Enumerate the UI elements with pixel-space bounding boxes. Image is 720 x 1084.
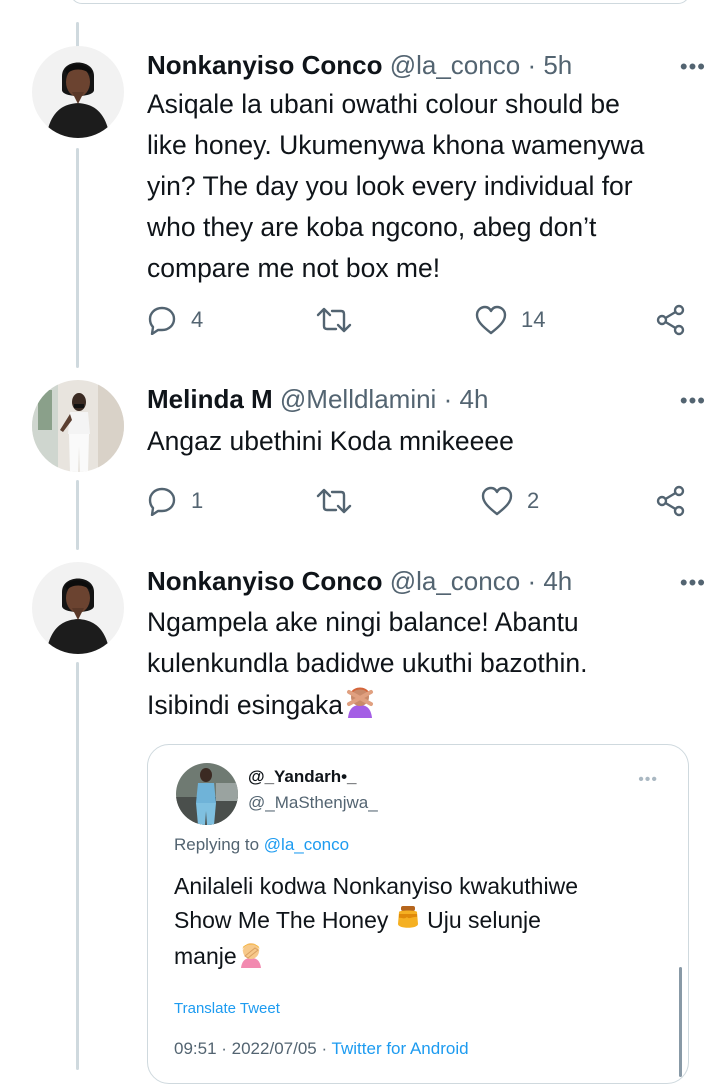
tweet-line-with-emoji: Isibindi esingaka xyxy=(147,684,692,730)
more-options-icon[interactable]: ••• xyxy=(680,565,706,601)
reply-icon xyxy=(148,487,176,516)
quoted-timestamp: 09:51 · 2022/07/05 · xyxy=(174,1039,332,1058)
action-bar: 4 14 xyxy=(147,300,692,340)
avatar[interactable] xyxy=(32,562,124,654)
tweet-header: Nonkanyiso Conco @la_conco · 5h xyxy=(147,47,700,83)
like-count: 14 xyxy=(521,307,546,332)
quoted-more-options-icon[interactable]: ••• xyxy=(638,771,658,789)
tweet-source-link[interactable]: Twitter for Android xyxy=(332,1039,469,1058)
quoted-line-with-emoji: Show Me The Honey Uju selunje xyxy=(174,903,664,939)
quoted-line: Anilaleli kodwa Nonkanyiso kwakuthiwe xyxy=(174,873,578,899)
author-handle[interactable]: @la_conco xyxy=(390,50,520,80)
tweet-line: Asiqale la ubani owathi colour should be xyxy=(147,89,620,119)
thread-line-3 xyxy=(76,662,79,1070)
heart-icon xyxy=(475,305,507,335)
share-button[interactable] xyxy=(655,481,687,521)
author-handle[interactable]: @Melldlamini xyxy=(280,384,436,414)
translate-tweet-link[interactable]: Translate Tweet xyxy=(174,1000,280,1017)
quoted-line-with-emoji: manje xyxy=(174,939,664,976)
tweet-header: Nonkanyiso Conco @la_conco · 4h xyxy=(147,563,700,599)
share-icon xyxy=(656,304,685,336)
heart-icon xyxy=(481,486,513,516)
like-button[interactable]: 2 xyxy=(481,481,539,521)
replying-to-link[interactable]: @la_conco xyxy=(264,835,349,854)
tweet-line: Angaz ubethini Koda mnikeeee xyxy=(147,426,514,456)
tweet-line: compare me not box me! xyxy=(147,253,441,283)
retweet-icon xyxy=(316,488,352,514)
quoted-tweet-text: Anilaleli kodwa Nonkanyiso kwakuthiwe Sh… xyxy=(174,869,664,977)
retweet-icon xyxy=(316,307,352,333)
reply-count: 4 xyxy=(191,307,204,332)
tweet-text: Asiqale la ubani owathi colour should be… xyxy=(147,84,692,289)
author-name[interactable]: Melinda M xyxy=(147,384,273,414)
like-count: 2 xyxy=(527,488,540,513)
quoted-avatar[interactable] xyxy=(176,763,238,825)
previous-card-edge xyxy=(70,0,690,4)
quoted-author-name[interactable]: @_Yandarh•_ xyxy=(248,767,357,787)
reply-count: 1 xyxy=(191,488,204,513)
retweet-button[interactable] xyxy=(315,481,353,521)
timestamp[interactable]: 4h xyxy=(459,384,488,414)
person-gesturing-no-icon xyxy=(343,684,377,730)
reply-icon xyxy=(148,306,176,335)
quoted-line: manje xyxy=(174,943,237,970)
quoted-line: Show Me The Honey xyxy=(174,907,389,933)
author-name[interactable]: Nonkanyiso Conco xyxy=(147,566,382,596)
more-options-icon[interactable]: ••• xyxy=(680,383,706,419)
like-button[interactable]: 14 xyxy=(475,300,545,340)
tweet-line: kulenkundla badidwe ukuthi bazothin. xyxy=(147,648,588,678)
share-button[interactable] xyxy=(655,300,687,340)
timestamp[interactable]: 4h xyxy=(543,566,572,596)
avatar[interactable] xyxy=(32,46,124,138)
share-icon xyxy=(656,485,685,517)
separator: · xyxy=(527,50,537,80)
author-name[interactable]: Nonkanyiso Conco xyxy=(147,50,382,80)
quoted-author-handle[interactable]: @_MaSthenjwa_ xyxy=(248,793,378,813)
tweet-text: Ngampela ake ningi balance! Abantu kulen… xyxy=(147,602,692,730)
tweet-text: Angaz ubethini Koda mnikeeee xyxy=(147,421,692,462)
tweet-line: Ngampela ake ningi balance! Abantu xyxy=(147,607,579,637)
reply-button[interactable]: 4 xyxy=(147,300,203,340)
tweet-header: Melinda M @Melldlamini · 4h xyxy=(147,381,700,417)
avatar-image xyxy=(32,46,124,138)
quoted-tweet[interactable]: @_Yandarh•_ @_MaSthenjwa_ ••• Replying t… xyxy=(147,744,689,1084)
separator: · xyxy=(443,384,453,414)
tweet-line: who they are koba ngcono, abeg don’t xyxy=(147,212,597,242)
tweet-line: Isibindi esingaka xyxy=(147,690,343,720)
retweet-button[interactable] xyxy=(315,300,353,340)
action-bar: 1 2 xyxy=(147,481,692,521)
quoted-meta: 09:51 · 2022/07/05 · Twitter for Android xyxy=(174,1039,469,1059)
replying-to-label: Replying to xyxy=(174,835,264,854)
avatar[interactable] xyxy=(32,380,124,472)
tweet-line: like honey. Ukumenywa khona wamenywa xyxy=(147,130,645,160)
thread-line-2 xyxy=(76,480,79,550)
avatar-image xyxy=(32,562,124,654)
honey-pot-icon xyxy=(395,904,421,939)
quoted-avatar-image xyxy=(176,763,238,825)
thread-line-1 xyxy=(76,148,79,368)
separator: · xyxy=(527,566,537,596)
replying-to: Replying to @la_conco xyxy=(174,835,349,855)
quoted-line: Uju selunje xyxy=(427,907,541,933)
tweet-line: yin? The day you look every individual f… xyxy=(147,171,633,201)
avatar-image xyxy=(32,380,124,472)
timestamp[interactable]: 5h xyxy=(543,50,572,80)
reply-button[interactable]: 1 xyxy=(147,481,203,521)
scrollbar[interactable] xyxy=(679,967,682,1077)
person-facepalming-icon xyxy=(237,940,265,977)
thread-line-top xyxy=(76,22,79,48)
more-options-icon[interactable]: ••• xyxy=(680,49,706,85)
author-handle[interactable]: @la_conco xyxy=(390,566,520,596)
